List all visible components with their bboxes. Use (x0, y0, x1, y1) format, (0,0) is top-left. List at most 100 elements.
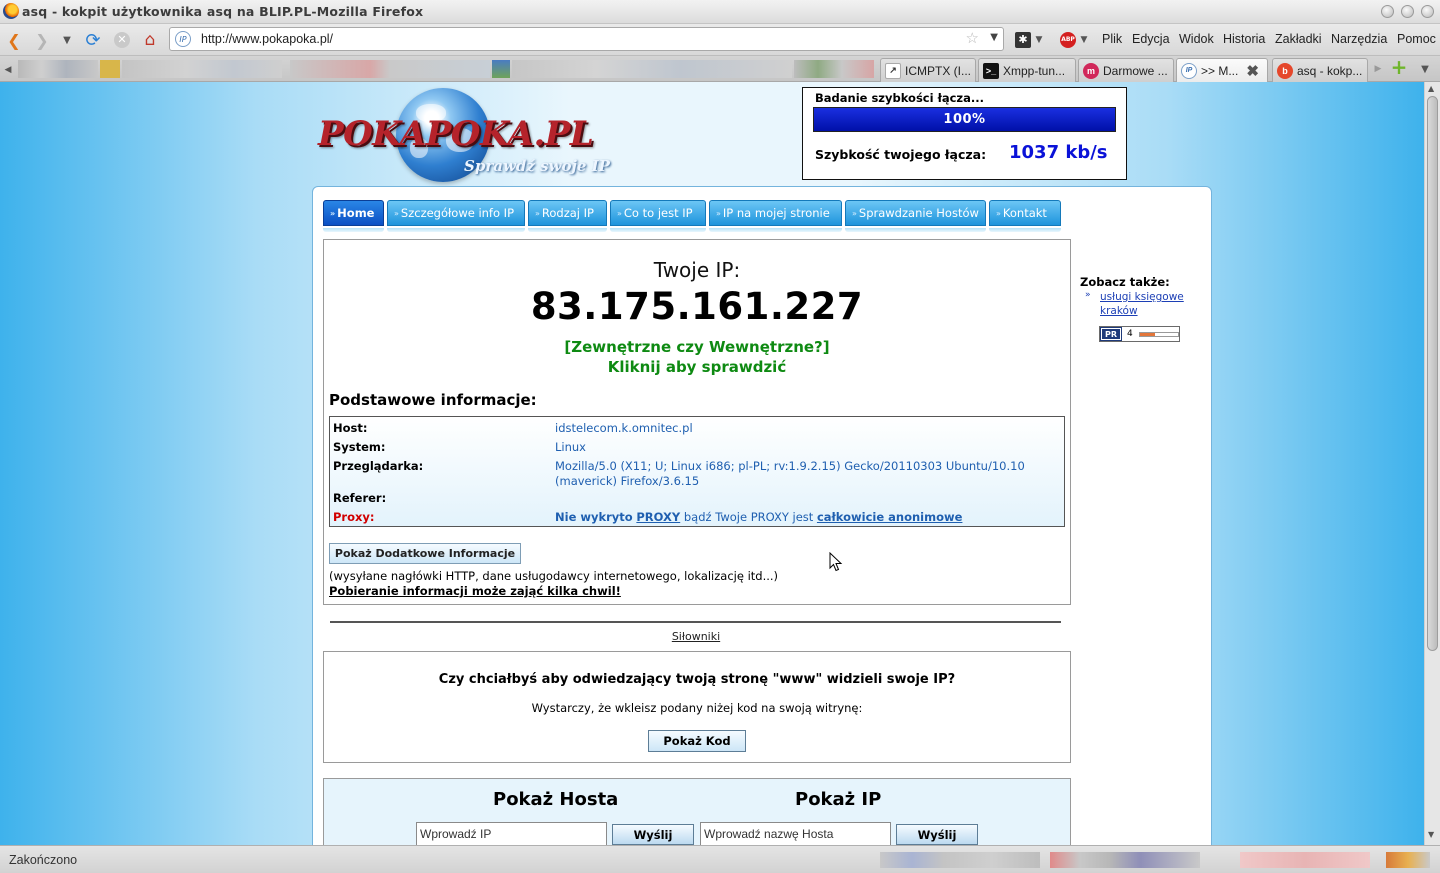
blurred-tab[interactable] (122, 60, 282, 78)
send-ip-button[interactable]: Wyślij (612, 824, 694, 845)
navigation-toolbar: ❮ ❯ ▼ ⟳ ✕ ⌂ IP http://www.pokapoka.pl/ ☆… (0, 24, 1440, 56)
see-also-sidebar: Zobacz także: » usługi księgowe kraków (1080, 275, 1210, 317)
url-dropdown-icon[interactable]: ▼ (990, 32, 998, 43)
nav-bullet-icon: » (617, 208, 622, 218)
nav-ip-type[interactable]: » Rodzaj IP (528, 200, 607, 232)
nav-what-is-ip[interactable]: » Co to jest IP (610, 200, 706, 232)
ip-address-value: 83.175.161.227 (530, 285, 864, 328)
menu-pomoc[interactable]: Pomoc (1397, 32, 1436, 46)
tab-active-pokapoka[interactable]: IP >> M... ✖ (1176, 58, 1268, 82)
browser-label: Przeglądarka: (333, 459, 424, 473)
home-icon[interactable]: ⌂ (139, 29, 161, 51)
scroll-tabs-left-icon[interactable]: ◀ (2, 59, 14, 81)
menu-edycja[interactable]: Edycja (1132, 32, 1170, 46)
nav-bullet-icon: » (330, 208, 336, 218)
all-tabs-dropdown-icon[interactable]: ▼ (1418, 58, 1432, 80)
menu-historia[interactable]: Historia (1223, 32, 1265, 46)
show-host-heading: Pokaż Hosta (493, 789, 619, 810)
speed-progress-bar: 100% (813, 107, 1116, 132)
proxy-link[interactable]: PROXY (636, 510, 680, 524)
blurred-tab[interactable] (794, 60, 874, 78)
tab-darmowe[interactable]: m Darmowe ... (1078, 58, 1174, 82)
reload-icon[interactable]: ⟳ (82, 29, 104, 51)
tab-blip[interactable]: b asq - kokp... (1272, 58, 1368, 82)
window-title: asq - kokpit użytkownika asq na BLIP.PL-… (22, 4, 424, 19)
blurred-tab[interactable] (492, 60, 510, 78)
speed-progress-label: 100% (943, 112, 986, 127)
nav-detailed-ip-info[interactable]: » Szczegółowe info IP (387, 200, 525, 232)
history-dropdown-icon[interactable]: ▼ (60, 29, 74, 51)
basic-info-heading: Podstawowe informacje: (329, 391, 537, 409)
forward-arrow-icon[interactable]: ❯ (32, 29, 52, 51)
status-bar: Zakończono (0, 845, 1440, 873)
window-titlebar: asq - kokpit użytkownika asq na BLIP.PL-… (0, 0, 1440, 24)
chart-favicon-icon: ↗ (885, 62, 901, 79)
new-tab-plus-icon[interactable]: + (1388, 55, 1410, 79)
see-also-link[interactable]: usługi księgowe kraków (1100, 290, 1200, 318)
tab-icmptx[interactable]: ↗ ICMPTX (I... (880, 58, 976, 82)
bookmark-star-icon[interactable]: ☆ (966, 29, 979, 47)
scroll-down-icon[interactable]: ▼ (1428, 830, 1434, 839)
host-input[interactable] (700, 822, 891, 845)
ip-info-box: Twoje IP: 83.175.161.227 [Zewnętrzne czy… (323, 239, 1071, 605)
ip-type-check-link-cta[interactable]: Kliknij aby sprawdzić (324, 358, 1070, 376)
system-label: System: (333, 440, 386, 454)
ip-input[interactable] (416, 822, 607, 845)
stop-icon[interactable]: ✕ (111, 29, 133, 51)
nav-host-check[interactable]: » Sprawdzanie Hostów (845, 200, 986, 232)
site-identity-icon[interactable]: IP (175, 31, 191, 47)
nav-ip-on-my-site[interactable]: » IP na mojej stronie (709, 200, 842, 232)
scroll-tabs-right-icon[interactable]: ▶ (1372, 58, 1384, 80)
back-arrow-icon[interactable]: ❮ (4, 29, 24, 51)
tab-xmpp[interactable]: >_ Xmpp-tun... (978, 58, 1076, 82)
pagerank-value: 4 (1127, 329, 1133, 339)
adblock-icon[interactable]: ABP (1059, 29, 1077, 51)
blurred-tab[interactable] (18, 60, 98, 78)
maximize-window-button[interactable] (1401, 5, 1414, 18)
nav-home[interactable]: » Home (323, 200, 384, 232)
address-bar[interactable]: IP http://www.pokapoka.pl/ ☆ ▼ (169, 27, 1004, 51)
blurred-statusbar-icons[interactable] (880, 852, 1040, 868)
show-more-info-button[interactable]: Pokaż Dodatkowe Informacje (329, 543, 521, 564)
nav-bullet-icon: » (852, 208, 857, 218)
extension-icon[interactable]: ✱ (1014, 29, 1032, 51)
close-tab-icon[interactable]: ✖ (1246, 62, 1259, 80)
adblock-dropdown-icon[interactable]: ▼ (1079, 29, 1089, 51)
menu-plik[interactable]: Plik (1102, 32, 1122, 46)
blurred-statusbar-icons[interactable] (1386, 852, 1430, 868)
menu-narzedzia[interactable]: Narzędzia (1331, 32, 1387, 46)
scroll-up-icon[interactable]: ▲ (1428, 84, 1434, 93)
proxy-text: bądź Twoje PROXY jest (683, 510, 814, 524)
show-code-button[interactable]: Pokaż Kod (648, 730, 746, 752)
anonymous-link[interactable]: całkowicie anonimowe (817, 510, 963, 524)
silowniki-link[interactable]: Siłowniki (313, 630, 1079, 643)
see-also-heading: Zobacz także: (1080, 275, 1170, 289)
proxy-not-detected-text: Nie wykryto (555, 510, 633, 524)
speed-value: 1037 kb/s (1009, 142, 1108, 163)
close-window-button[interactable] (1421, 5, 1434, 18)
menu-widok[interactable]: Widok (1179, 32, 1214, 46)
site-logo[interactable]: POKAPOKA.PL Sprawdź swoje IP (318, 86, 618, 182)
pagerank-bar (1139, 331, 1179, 337)
menu-zakladki[interactable]: Zakładki (1275, 32, 1322, 46)
pagerank-badge[interactable]: PR 4 (1099, 326, 1180, 342)
blurred-tab[interactable] (512, 60, 792, 78)
status-text: Zakończono (9, 853, 78, 867)
minimize-window-button[interactable] (1381, 5, 1394, 18)
page-scrollbar[interactable]: ▲ ▼ (1424, 82, 1440, 845)
send-host-button[interactable]: Wyślij (896, 824, 978, 845)
ip-type-check-link[interactable]: [Zewnętrzne czy Wewnętrzne?] (324, 338, 1070, 356)
www-widget-note: Wystarczy, że wkleisz podany niżej kod n… (531, 701, 863, 715)
blurred-tab[interactable] (290, 60, 490, 78)
blurred-statusbar-icons[interactable] (1050, 852, 1200, 868)
speed-label: Szybkość twojego łącza: (815, 147, 987, 162)
referer-label: Referer: (333, 491, 387, 505)
extension-dropdown-icon[interactable]: ▼ (1034, 29, 1044, 51)
ip-favicon-icon: IP (1181, 62, 1197, 79)
nav-contact[interactable]: » Kontakt (989, 200, 1061, 232)
scrollbar-thumb[interactable] (1427, 96, 1438, 651)
blurred-tab[interactable] (100, 60, 120, 78)
blurred-statusbar-icons[interactable] (1240, 852, 1370, 868)
firefox-logo-icon (3, 3, 19, 19)
link-bullet-icon: » (1085, 290, 1091, 300)
